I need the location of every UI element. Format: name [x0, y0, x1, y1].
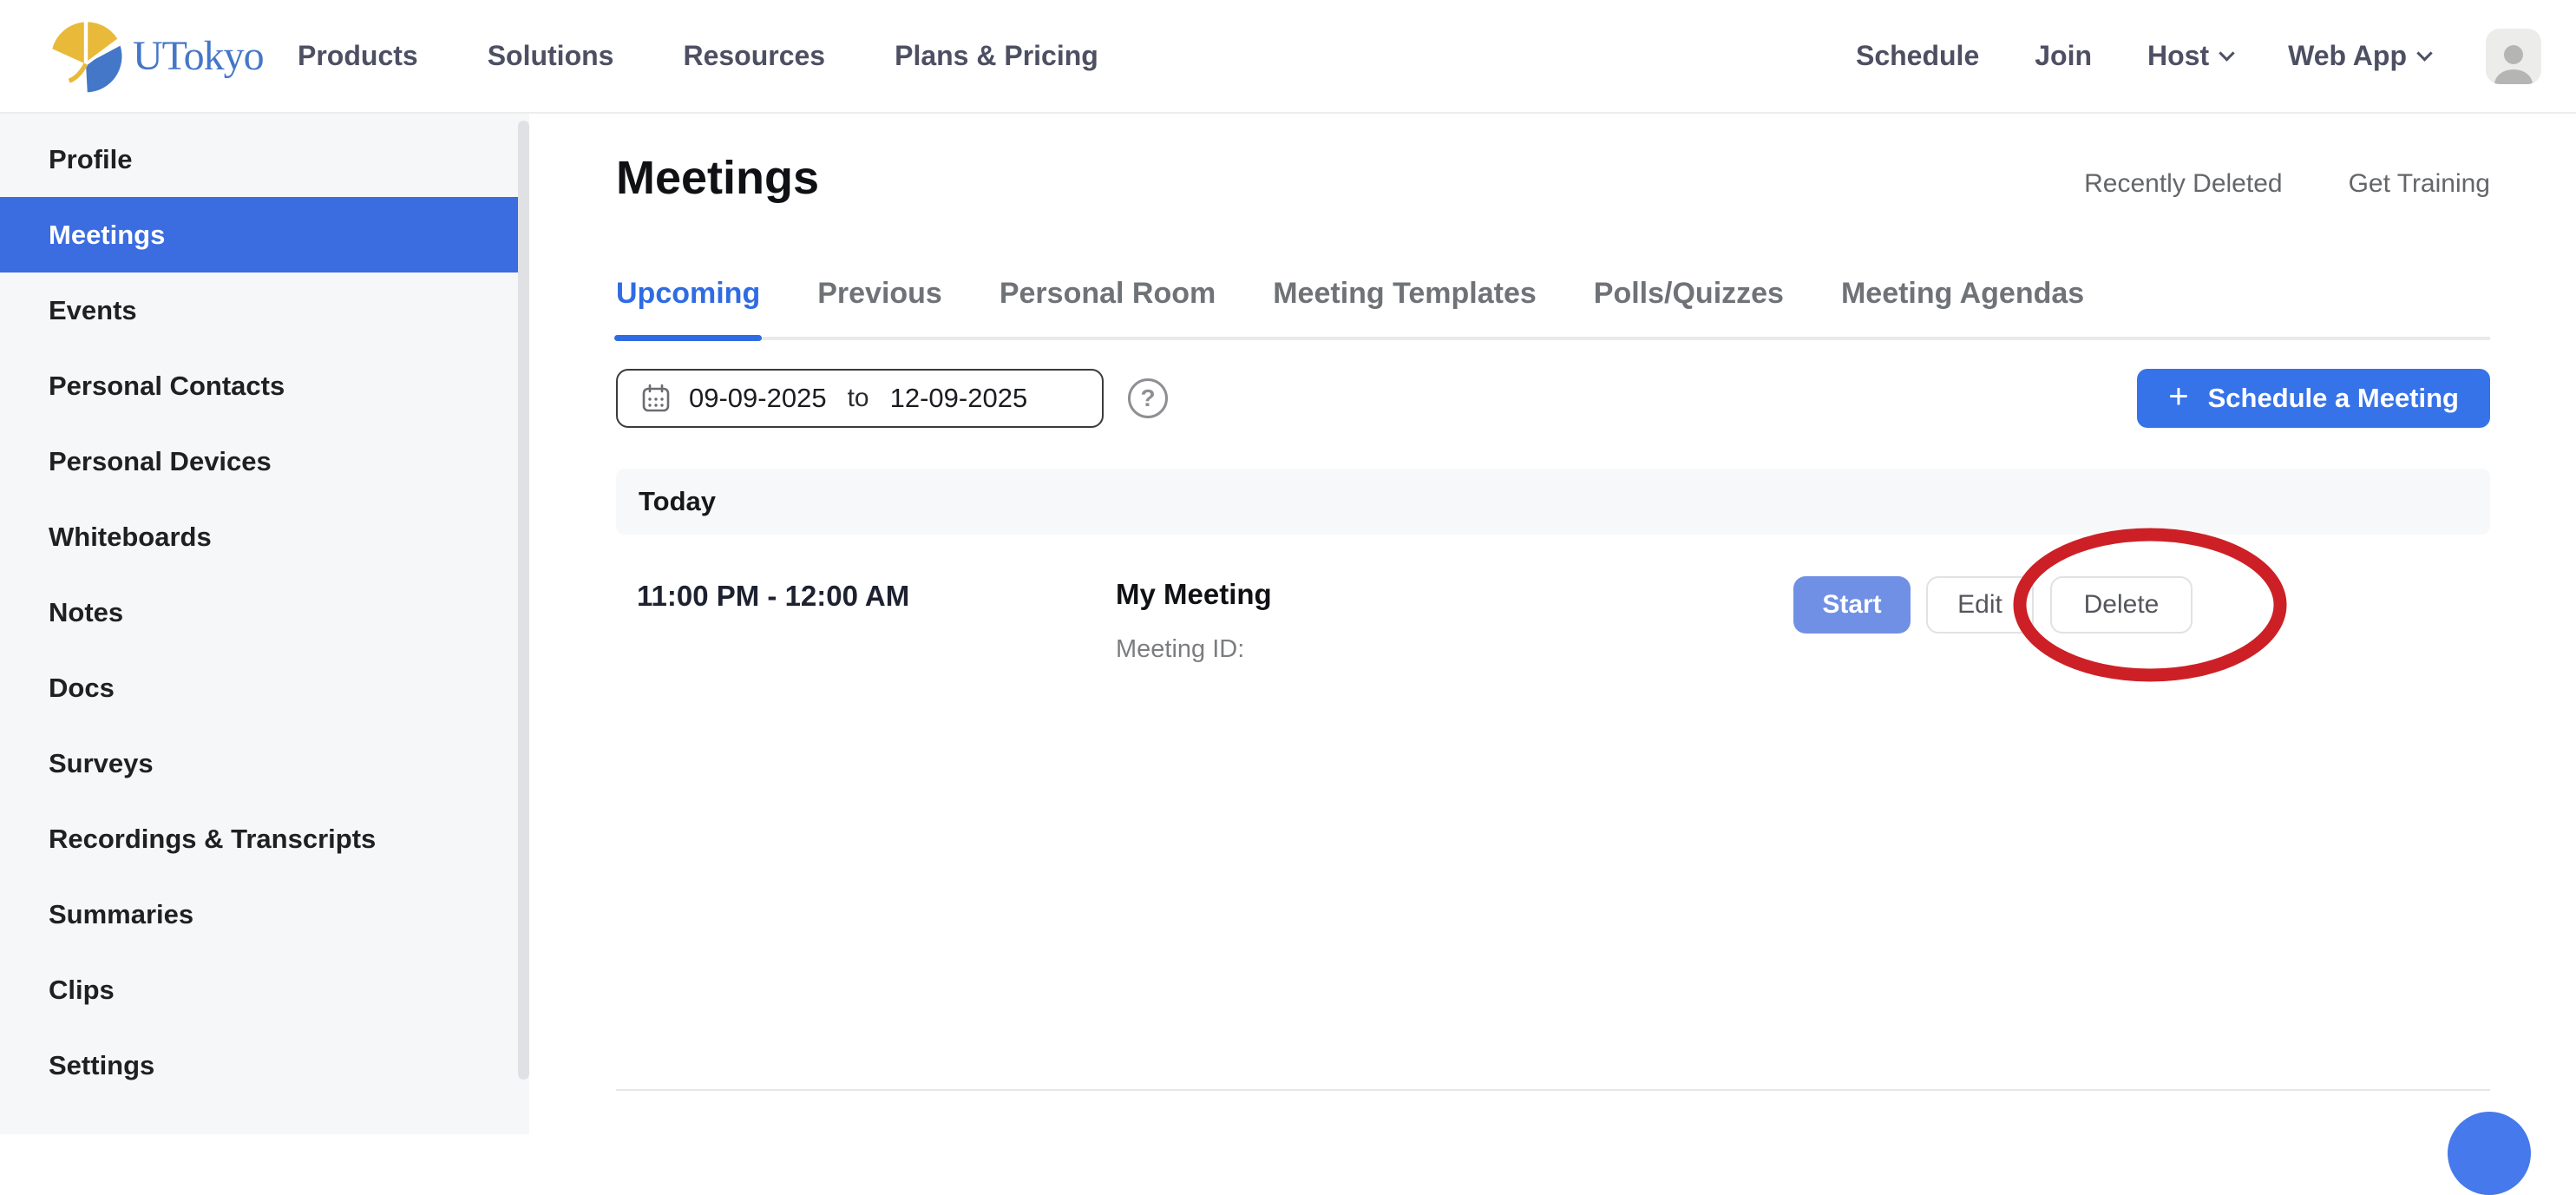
sidebar-item-settings[interactable]: Settings	[0, 1028, 519, 1103]
get-training-link[interactable]: Get Training	[2349, 169, 2490, 199]
person-icon	[2489, 39, 2538, 84]
sidebar-item-notes[interactable]: Notes	[0, 575, 519, 650]
sidebar-item-whiteboards[interactable]: Whiteboards	[0, 499, 519, 575]
sidebar-item-events[interactable]: Events	[0, 272, 519, 348]
start-button[interactable]: Start	[1793, 576, 1911, 634]
today-section-header: Today	[616, 469, 2490, 535]
meeting-title[interactable]: My Meeting	[1116, 578, 1272, 611]
sidebar-nav: Profile Meetings Events Personal Contact…	[0, 114, 529, 1103]
tab-meeting-templates[interactable]: Meeting Templates	[1273, 277, 1537, 337]
content-inner: Meetings Recently Deleted Get Training U…	[616, 114, 2490, 1134]
tab-polls-quizzes[interactable]: Polls/Quizzes	[1594, 277, 1784, 337]
date-to-value[interactable]: 12-09-2025	[890, 383, 1028, 414]
top-navigation: UTokyo Products Solutions Resources Plan…	[0, 0, 2576, 114]
nav-host-label: Host	[2147, 40, 2209, 72]
nav-products[interactable]: Products	[298, 40, 418, 72]
page-title: Meetings	[616, 154, 819, 202]
chevron-down-icon	[2219, 45, 2234, 61]
tab-meeting-agendas[interactable]: Meeting Agendas	[1841, 277, 2084, 337]
nav-resources[interactable]: Resources	[683, 40, 825, 72]
content-divider	[616, 1089, 2490, 1091]
date-separator: to	[848, 384, 869, 413]
today-label: Today	[639, 486, 716, 517]
nav-solutions[interactable]: Solutions	[488, 40, 614, 72]
sidebar-item-personal-contacts[interactable]: Personal Contacts	[0, 348, 519, 424]
plus-icon: +	[2168, 379, 2188, 414]
meeting-id-label: Meeting ID:	[1116, 635, 1272, 664]
help-icon[interactable]: ?	[1128, 378, 1168, 418]
primary-nav: Products Solutions Resources Plans & Pri…	[298, 40, 1098, 72]
tab-previous[interactable]: Previous	[817, 277, 942, 337]
header-links: Recently Deleted Get Training	[2084, 169, 2490, 202]
sidebar-item-docs[interactable]: Docs	[0, 650, 519, 726]
sidebar-item-profile[interactable]: Profile	[0, 121, 519, 197]
main-content: Meetings Recently Deleted Get Training U…	[529, 114, 2576, 1134]
user-avatar[interactable]	[2486, 29, 2541, 84]
sidebar-item-meetings[interactable]: Meetings	[0, 197, 519, 272]
tab-upcoming[interactable]: Upcoming	[616, 277, 760, 337]
nav-host[interactable]: Host	[2147, 40, 2232, 72]
meetings-tab-bar: Upcoming Previous Personal Room Meeting …	[616, 277, 2490, 340]
page-header: Meetings Recently Deleted Get Training	[616, 114, 2490, 202]
meeting-row: 11:00 PM - 12:00 AM My Meeting Meeting I…	[616, 535, 2490, 734]
recently-deleted-link[interactable]: Recently Deleted	[2084, 169, 2282, 199]
brand-name: UTokyo	[133, 32, 264, 80]
sidebar-item-recordings-transcripts[interactable]: Recordings & Transcripts	[0, 801, 519, 877]
secondary-nav: Schedule Join Host Web App	[1856, 29, 2541, 84]
nav-plans-pricing[interactable]: Plans & Pricing	[895, 40, 1098, 72]
date-from-value[interactable]: 09-09-2025	[689, 383, 827, 414]
date-range-picker[interactable]: 09-09-2025 to 12-09-2025	[616, 369, 1104, 428]
chevron-down-icon	[2416, 45, 2432, 61]
sidebar-scrollbar[interactable]	[518, 121, 529, 1080]
meeting-time: 11:00 PM - 12:00 AM	[637, 580, 909, 613]
delete-button[interactable]: Delete	[2050, 576, 2193, 634]
sidebar-item-summaries[interactable]: Summaries	[0, 877, 519, 952]
utokyo-logo-icon	[48, 18, 124, 95]
nav-web-app[interactable]: Web App	[2288, 40, 2430, 72]
calendar-icon	[640, 383, 672, 414]
tab-personal-room[interactable]: Personal Room	[1000, 277, 1216, 337]
sidebar-item-surveys[interactable]: Surveys	[0, 726, 519, 801]
nav-join[interactable]: Join	[2035, 40, 2092, 72]
sidebar-item-clips[interactable]: Clips	[0, 952, 519, 1028]
brand-logo[interactable]: UTokyo	[48, 18, 282, 95]
schedule-meeting-label: Schedule a Meeting	[2208, 383, 2459, 414]
filter-row: 09-09-2025 to 12-09-2025 ? + Schedule a …	[616, 368, 2490, 429]
schedule-meeting-button[interactable]: + Schedule a Meeting	[2137, 369, 2490, 428]
sidebar: Profile Meetings Events Personal Contact…	[0, 114, 529, 1134]
edit-button[interactable]: Edit	[1926, 576, 2034, 634]
sidebar-item-personal-devices[interactable]: Personal Devices	[0, 424, 519, 499]
meeting-info: My Meeting Meeting ID:	[1116, 578, 1272, 664]
nav-schedule[interactable]: Schedule	[1856, 40, 1979, 72]
nav-web-app-label: Web App	[2288, 40, 2407, 72]
floating-action-button[interactable]	[2448, 1112, 2531, 1195]
